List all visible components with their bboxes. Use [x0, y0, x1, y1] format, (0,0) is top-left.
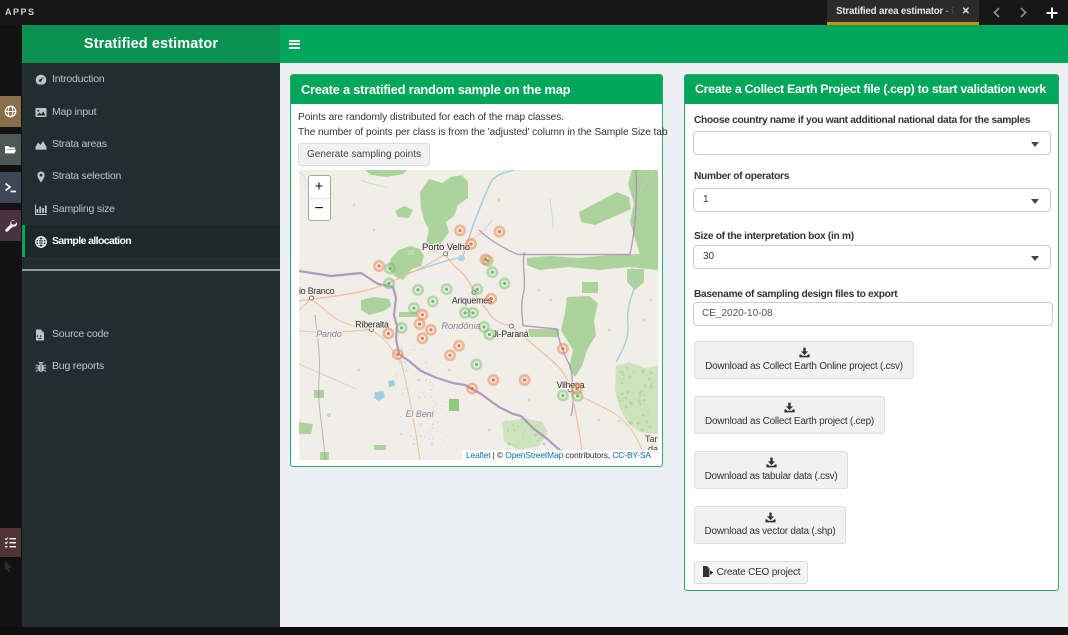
svg-text:Riberalta: Riberalta [355, 320, 389, 330]
svg-text:io Branco: io Branco [299, 286, 335, 296]
svg-text:Ji-Paraná: Ji-Paraná [493, 329, 529, 339]
svg-text:Pando: Pando [316, 329, 342, 339]
svg-text:Tar: Tar [645, 434, 658, 444]
svg-text:Porto Velho: Porto Velho [422, 242, 470, 253]
svg-text:Rondônia: Rondônia [441, 321, 480, 331]
svg-text:El Beni: El Beni [406, 409, 435, 419]
svg-text:Leaflet | © OpenStreetMap cont: Leaflet | © OpenStreetMap contributors, … [466, 450, 651, 460]
